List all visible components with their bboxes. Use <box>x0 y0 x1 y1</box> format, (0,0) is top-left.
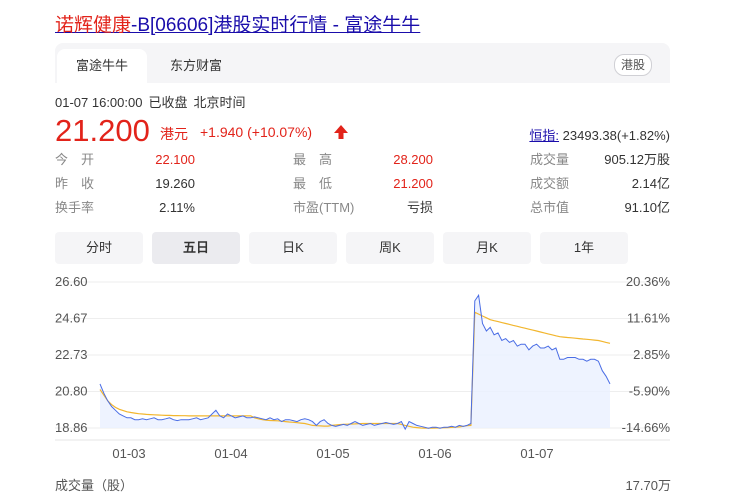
price-tick-label: 18.86 <box>55 420 88 435</box>
stat-label: 最 高 <box>293 152 333 167</box>
date-tick-label: 01-06 <box>418 446 451 461</box>
price-tick-label: 22.73 <box>55 347 88 362</box>
tab-eastmoney[interactable]: 东方财富 <box>151 49 241 83</box>
period-one-year[interactable]: 1年 <box>540 232 628 264</box>
period-daily-k[interactable]: 日K <box>249 232 337 264</box>
price-tick-label: 20.80 <box>55 384 88 399</box>
up-arrow-icon <box>334 125 348 139</box>
date-tick-label: 01-03 <box>112 446 145 461</box>
period-monthly-k[interactable]: 月K <box>443 232 531 264</box>
stat-volume: 成交量 905.12万股 <box>530 150 670 170</box>
price-unit: 港元 <box>160 126 188 142</box>
stat-label: 昨 收 <box>55 176 95 191</box>
date-tick-label: 01-07 <box>520 446 553 461</box>
price-area <box>100 295 610 430</box>
quote-datetime: 01-07 16:00:00 <box>55 95 143 110</box>
hsi-value: 23493.38(+1.82%) <box>562 128 670 143</box>
stat-open: 今 开 22.100 <box>55 150 195 170</box>
period-weekly-k[interactable]: 周K <box>346 232 434 264</box>
stock-name[interactable]: 诺辉健康 <box>55 15 131 36</box>
stat-value: 2.11% <box>159 200 195 215</box>
stat-pe-ttm: 市盈(TTM) 亏损 <box>293 198 433 218</box>
stat-value: 19.260 <box>155 176 195 191</box>
volume-label: 成交量（股） <box>55 478 134 493</box>
stat-label: 成交量 <box>530 152 570 167</box>
current-price: 21.200 <box>55 113 150 148</box>
price-change: +1.940 (+10.07%) <box>200 124 313 140</box>
price-tick-label: 26.60 <box>55 274 88 289</box>
volume-max: 17.70万 <box>625 478 671 493</box>
stat-label: 今 开 <box>55 152 95 167</box>
stat-value: 28.200 <box>393 152 433 167</box>
stat-turnover-rate: 换手率 2.11% <box>55 198 195 218</box>
period-five-day[interactable]: 五日 <box>152 232 240 264</box>
date-tick-label: 01-04 <box>214 446 247 461</box>
percent-tick-label: -5.90% <box>629 384 671 399</box>
percent-tick-label: 20.36% <box>626 274 671 289</box>
stat-turnover: 成交额 2.14亿 <box>530 174 670 194</box>
percent-tick-label: 11.61% <box>627 311 671 326</box>
source-tab-bar: 富途牛牛 东方财富 港股 <box>55 43 670 83</box>
market-badge: 港股 <box>613 54 652 76</box>
stat-label: 换手率 <box>55 200 95 215</box>
stat-value: 905.12万股 <box>604 152 670 167</box>
stat-label: 最 低 <box>293 176 333 191</box>
period-intraday[interactable]: 分时 <box>55 232 143 264</box>
five-day-chart: 26.60 20.36% 24.67 11.61% 22.73 2.85% 20.80 -5.… <box>55 274 671 461</box>
stat-label: 总市值 <box>530 200 570 215</box>
stat-high: 最 高 28.200 <box>293 150 433 170</box>
percent-tick-label: 2.85% <box>633 347 670 362</box>
stat-value: 21.200 <box>393 176 433 191</box>
stat-market-cap: 总市值 91.10亿 <box>530 198 670 218</box>
percent-tick-label: -14.66% <box>622 420 671 435</box>
stat-low: 最 低 21.200 <box>293 174 433 194</box>
quote-meta: 01-07 16:00:00 已收盘 北京时间 <box>55 92 252 111</box>
timezone-label: 北京时间 <box>193 95 246 110</box>
hsi-index[interactable]: 恒指: 23493.38(+1.82%) <box>529 125 670 144</box>
stat-value: 2.14亿 <box>631 176 670 191</box>
tab-futu[interactable]: 富途牛牛 <box>57 49 147 83</box>
stat-value: 亏损 <box>406 200 433 215</box>
market-status: 已收盘 <box>148 95 188 110</box>
stat-label: 市盈(TTM) <box>293 200 355 215</box>
stat-label: 成交额 <box>530 176 570 191</box>
stat-prev-close: 昨 收 19.260 <box>55 174 195 194</box>
price-tick-label: 24.67 <box>55 311 88 326</box>
title-rest[interactable]: -B[06606]港股实时行情 - 富途牛牛 <box>131 15 420 36</box>
date-tick-label: 01-05 <box>316 446 349 461</box>
stat-value: 91.10亿 <box>624 200 670 215</box>
page-title[interactable]: 诺辉健康-B[06606]港股实时行情 - 富途牛牛 <box>55 10 420 37</box>
stat-value: 22.100 <box>155 152 195 167</box>
hsi-label[interactable]: 恒指: <box>529 128 559 143</box>
